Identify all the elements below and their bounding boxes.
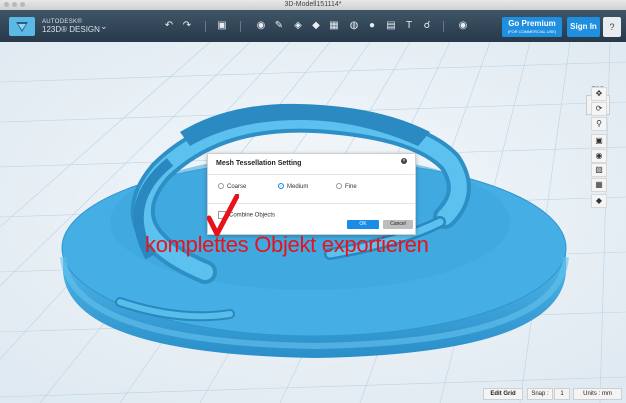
measure-icon[interactable]: ▤	[384, 19, 398, 33]
grid-display-icon[interactable]: ▦	[591, 178, 607, 192]
app-menu-button[interactable]	[9, 17, 35, 36]
close-icon[interactable]: ×	[401, 158, 407, 164]
material-icon[interactable]: ◉	[456, 19, 470, 33]
transform-icon[interactable]: ▣	[215, 19, 229, 33]
visual-style-icon[interactable]: ◉	[591, 149, 607, 163]
material-view-icon[interactable]: ◆	[591, 194, 607, 208]
sketch-icon[interactable]: ✎	[272, 19, 286, 33]
go-premium-sublabel: (FOR COMMERCIAL USE)	[507, 29, 557, 34]
undo-icon[interactable]: ↶	[162, 19, 176, 33]
toolbar-separator	[240, 21, 241, 32]
radio-coarse[interactable]: Coarse	[218, 183, 246, 191]
orbit-icon[interactable]: ⟳	[591, 102, 607, 116]
sign-in-button[interactable]: Sign In	[567, 17, 600, 37]
snap-icon[interactable]: ☌	[420, 19, 434, 33]
units-selector[interactable]: Units : mm	[573, 388, 622, 400]
perspective-icon[interactable]: ▧	[591, 163, 607, 177]
annotation-text: komplettes Objekt exportieren	[145, 232, 429, 257]
radio-label: Coarse	[227, 184, 247, 190]
cancel-button[interactable]: Cancel	[383, 220, 413, 229]
brand-logo: AUTODESK® 123D® DESIGN	[42, 18, 100, 34]
window-title: 3D-Modell151114*	[284, 1, 342, 8]
radio-unselected-icon	[336, 183, 342, 190]
snap-value[interactable]: 1	[554, 388, 570, 400]
go-premium-button[interactable]: Go Premium (FOR COMMERCIAL USE)	[502, 17, 562, 37]
redo-icon[interactable]: ↷	[180, 19, 194, 33]
radio-fine[interactable]: Fine	[336, 183, 357, 191]
snap-label: Snap :	[527, 388, 553, 400]
edit-grid-button[interactable]: Edit Grid	[483, 388, 523, 400]
help-button[interactable]: ?	[603, 17, 621, 37]
chevron-down-icon[interactable]: ⌄	[100, 21, 108, 32]
toolbar-separator	[205, 21, 206, 32]
toolbar-separator	[443, 21, 444, 32]
pan-icon[interactable]: ✥	[591, 87, 607, 101]
divider	[208, 174, 415, 175]
divider	[208, 203, 415, 204]
construct-icon[interactable]: ◈	[291, 19, 305, 33]
combine-icon[interactable]: ●	[365, 19, 379, 33]
brand-line2: 123D® DESIGN	[42, 25, 100, 34]
autodesk-logo-icon	[16, 22, 28, 32]
fit-view-icon[interactable]: ▣	[591, 134, 607, 148]
text-tool-icon[interactable]: T	[402, 19, 416, 33]
go-premium-label: Go Premium	[508, 19, 556, 28]
radio-unselected-icon	[218, 183, 224, 190]
grouping-icon[interactable]: ◍	[347, 19, 361, 33]
radio-medium[interactable]: Medium	[278, 183, 308, 191]
pattern-icon[interactable]: ▦	[327, 19, 341, 33]
modify-icon[interactable]: ◆	[309, 19, 323, 33]
radio-selected-icon	[278, 183, 284, 190]
dialog-title: Mesh Tessellation Setting	[216, 160, 302, 167]
zoom-icon[interactable]: ⚲	[591, 117, 607, 131]
radio-label: Fine	[345, 184, 357, 190]
ok-button[interactable]: OK	[347, 220, 379, 229]
radio-label: Medium	[287, 184, 309, 190]
primitives-icon[interactable]: ◉	[254, 19, 268, 33]
main-toolbar: AUTODESK® 123D® DESIGN ⌄ ↶ ↷ ▣ ◉ ✎ ◈ ◆ ▦…	[0, 10, 626, 42]
